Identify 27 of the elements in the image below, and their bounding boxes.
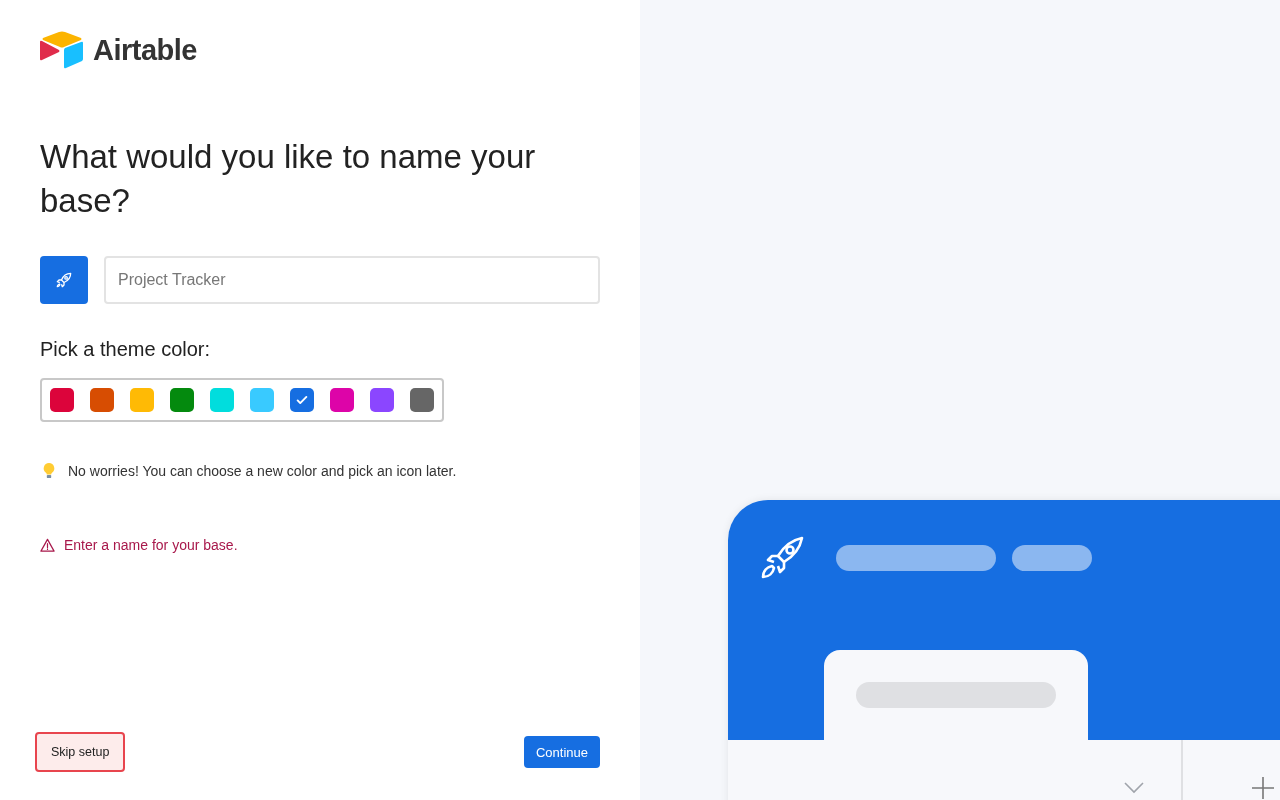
- color-swatch[interactable]: [130, 388, 154, 412]
- color-swatch[interactable]: [330, 388, 354, 412]
- color-swatch[interactable]: [90, 388, 114, 412]
- logo-icon: [40, 31, 84, 69]
- color-swatch[interactable]: [370, 388, 394, 412]
- color-swatch[interactable]: [250, 388, 274, 412]
- page-heading: What would you like to name your base?: [40, 137, 537, 221]
- icon-picker-button[interactable]: [40, 256, 88, 304]
- skip-setup-button[interactable]: Skip setup: [35, 732, 126, 772]
- theme-label: Pick a theme color:: [40, 338, 212, 361]
- chevron-down-icon: [1124, 782, 1144, 794]
- lightbulb-icon: [42, 462, 56, 480]
- color-swatch[interactable]: [410, 388, 434, 412]
- color-swatch[interactable]: [210, 388, 234, 412]
- warning-icon: [40, 537, 55, 553]
- rocket-icon: [760, 536, 804, 580]
- rocket-icon: [54, 270, 74, 290]
- color-swatch[interactable]: [50, 388, 74, 412]
- color-swatch[interactable]: [290, 388, 314, 412]
- continue-button[interactable]: Continue: [523, 736, 600, 768]
- color-swatch[interactable]: [170, 388, 194, 412]
- error-message: Enter a name for your base.: [64, 537, 238, 553]
- base-name-field[interactable]: Project Tracker: [104, 256, 600, 304]
- plus-icon: [1251, 776, 1275, 800]
- tip-text: No worries! You can choose a new color and pick an icon later.: [68, 463, 457, 479]
- check-icon: [295, 393, 309, 407]
- logo-wordmark: Airtable: [93, 33, 197, 67]
